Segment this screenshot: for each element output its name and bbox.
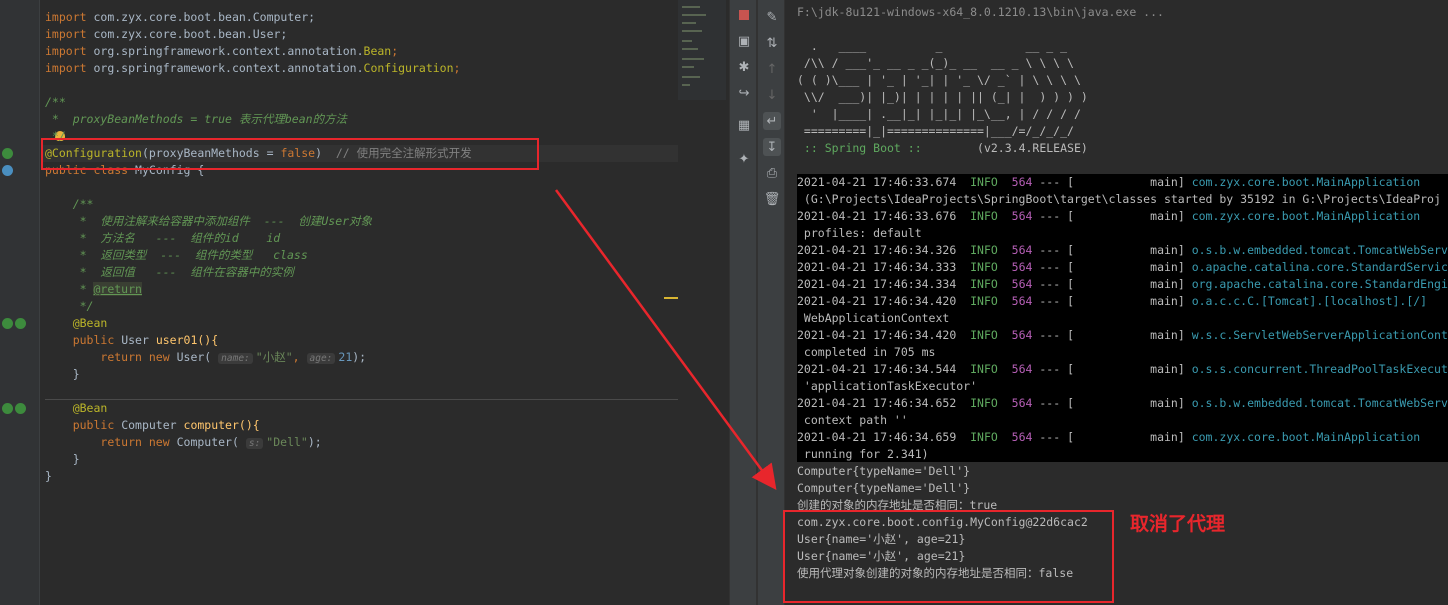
annotation-arrow bbox=[554, 189, 777, 491]
annotation-note: 取消了代理 bbox=[1130, 513, 1226, 535]
